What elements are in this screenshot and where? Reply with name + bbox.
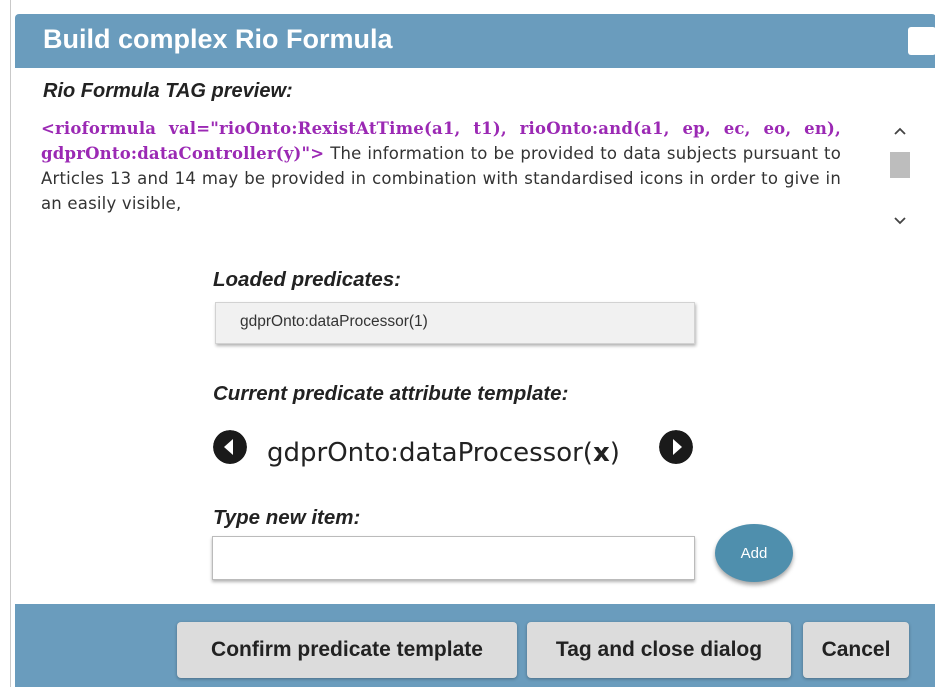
dialog-footer: Confirm predicate template Tag and close… <box>15 604 935 687</box>
preview-text-area[interactable]: <rioformula val="rioOnto:RexistAtTime(a1… <box>41 116 911 238</box>
template-expression: gdprOnto:dataProcessor(x) <box>267 438 620 468</box>
dialog-title: Build complex Rio Formula <box>43 24 393 54</box>
new-item-label: Type new item: <box>213 506 361 529</box>
new-item-input[interactable] <box>212 536 695 580</box>
cancel-button[interactable]: Cancel <box>803 622 909 678</box>
confirm-template-button[interactable]: Confirm predicate template <box>177 622 517 678</box>
scroll-down-arrow-icon[interactable] <box>894 216 906 226</box>
preview-content: <rioformula val="rioOnto:RexistAtTime(a1… <box>41 116 841 216</box>
tag-close-button[interactable]: Tag and close dialog <box>527 622 791 678</box>
loaded-predicates-list[interactable]: gdprOnto:dataProcessor(1) <box>215 302 695 344</box>
scroll-thumb[interactable] <box>890 152 910 178</box>
rio-formula-dialog: Build complex Rio Formula Rio Formula TA… <box>10 0 935 687</box>
scroll-up-arrow-icon[interactable] <box>894 126 906 136</box>
loaded-predicates-label: Loaded predicates: <box>213 268 401 291</box>
template-suffix: ) <box>609 438 620 468</box>
chevron-right-circle-icon[interactable] <box>659 430 693 464</box>
template-variable: x <box>592 438 610 468</box>
preview-scrollbar[interactable] <box>889 126 911 236</box>
loaded-predicate-item[interactable]: gdprOnto:dataProcessor(1) <box>240 313 428 331</box>
chevron-left-circle-icon[interactable] <box>213 430 247 464</box>
add-button[interactable]: Add <box>715 524 793 582</box>
dialog-titlebar: Build complex Rio Formula <box>15 14 935 68</box>
close-box-icon[interactable] <box>908 27 935 55</box>
current-template-label: Current predicate attribute template: <box>213 382 569 405</box>
template-prefix: gdprOnto:dataProcessor( <box>267 438 593 468</box>
preview-heading: Rio Formula TAG preview: <box>43 80 293 102</box>
